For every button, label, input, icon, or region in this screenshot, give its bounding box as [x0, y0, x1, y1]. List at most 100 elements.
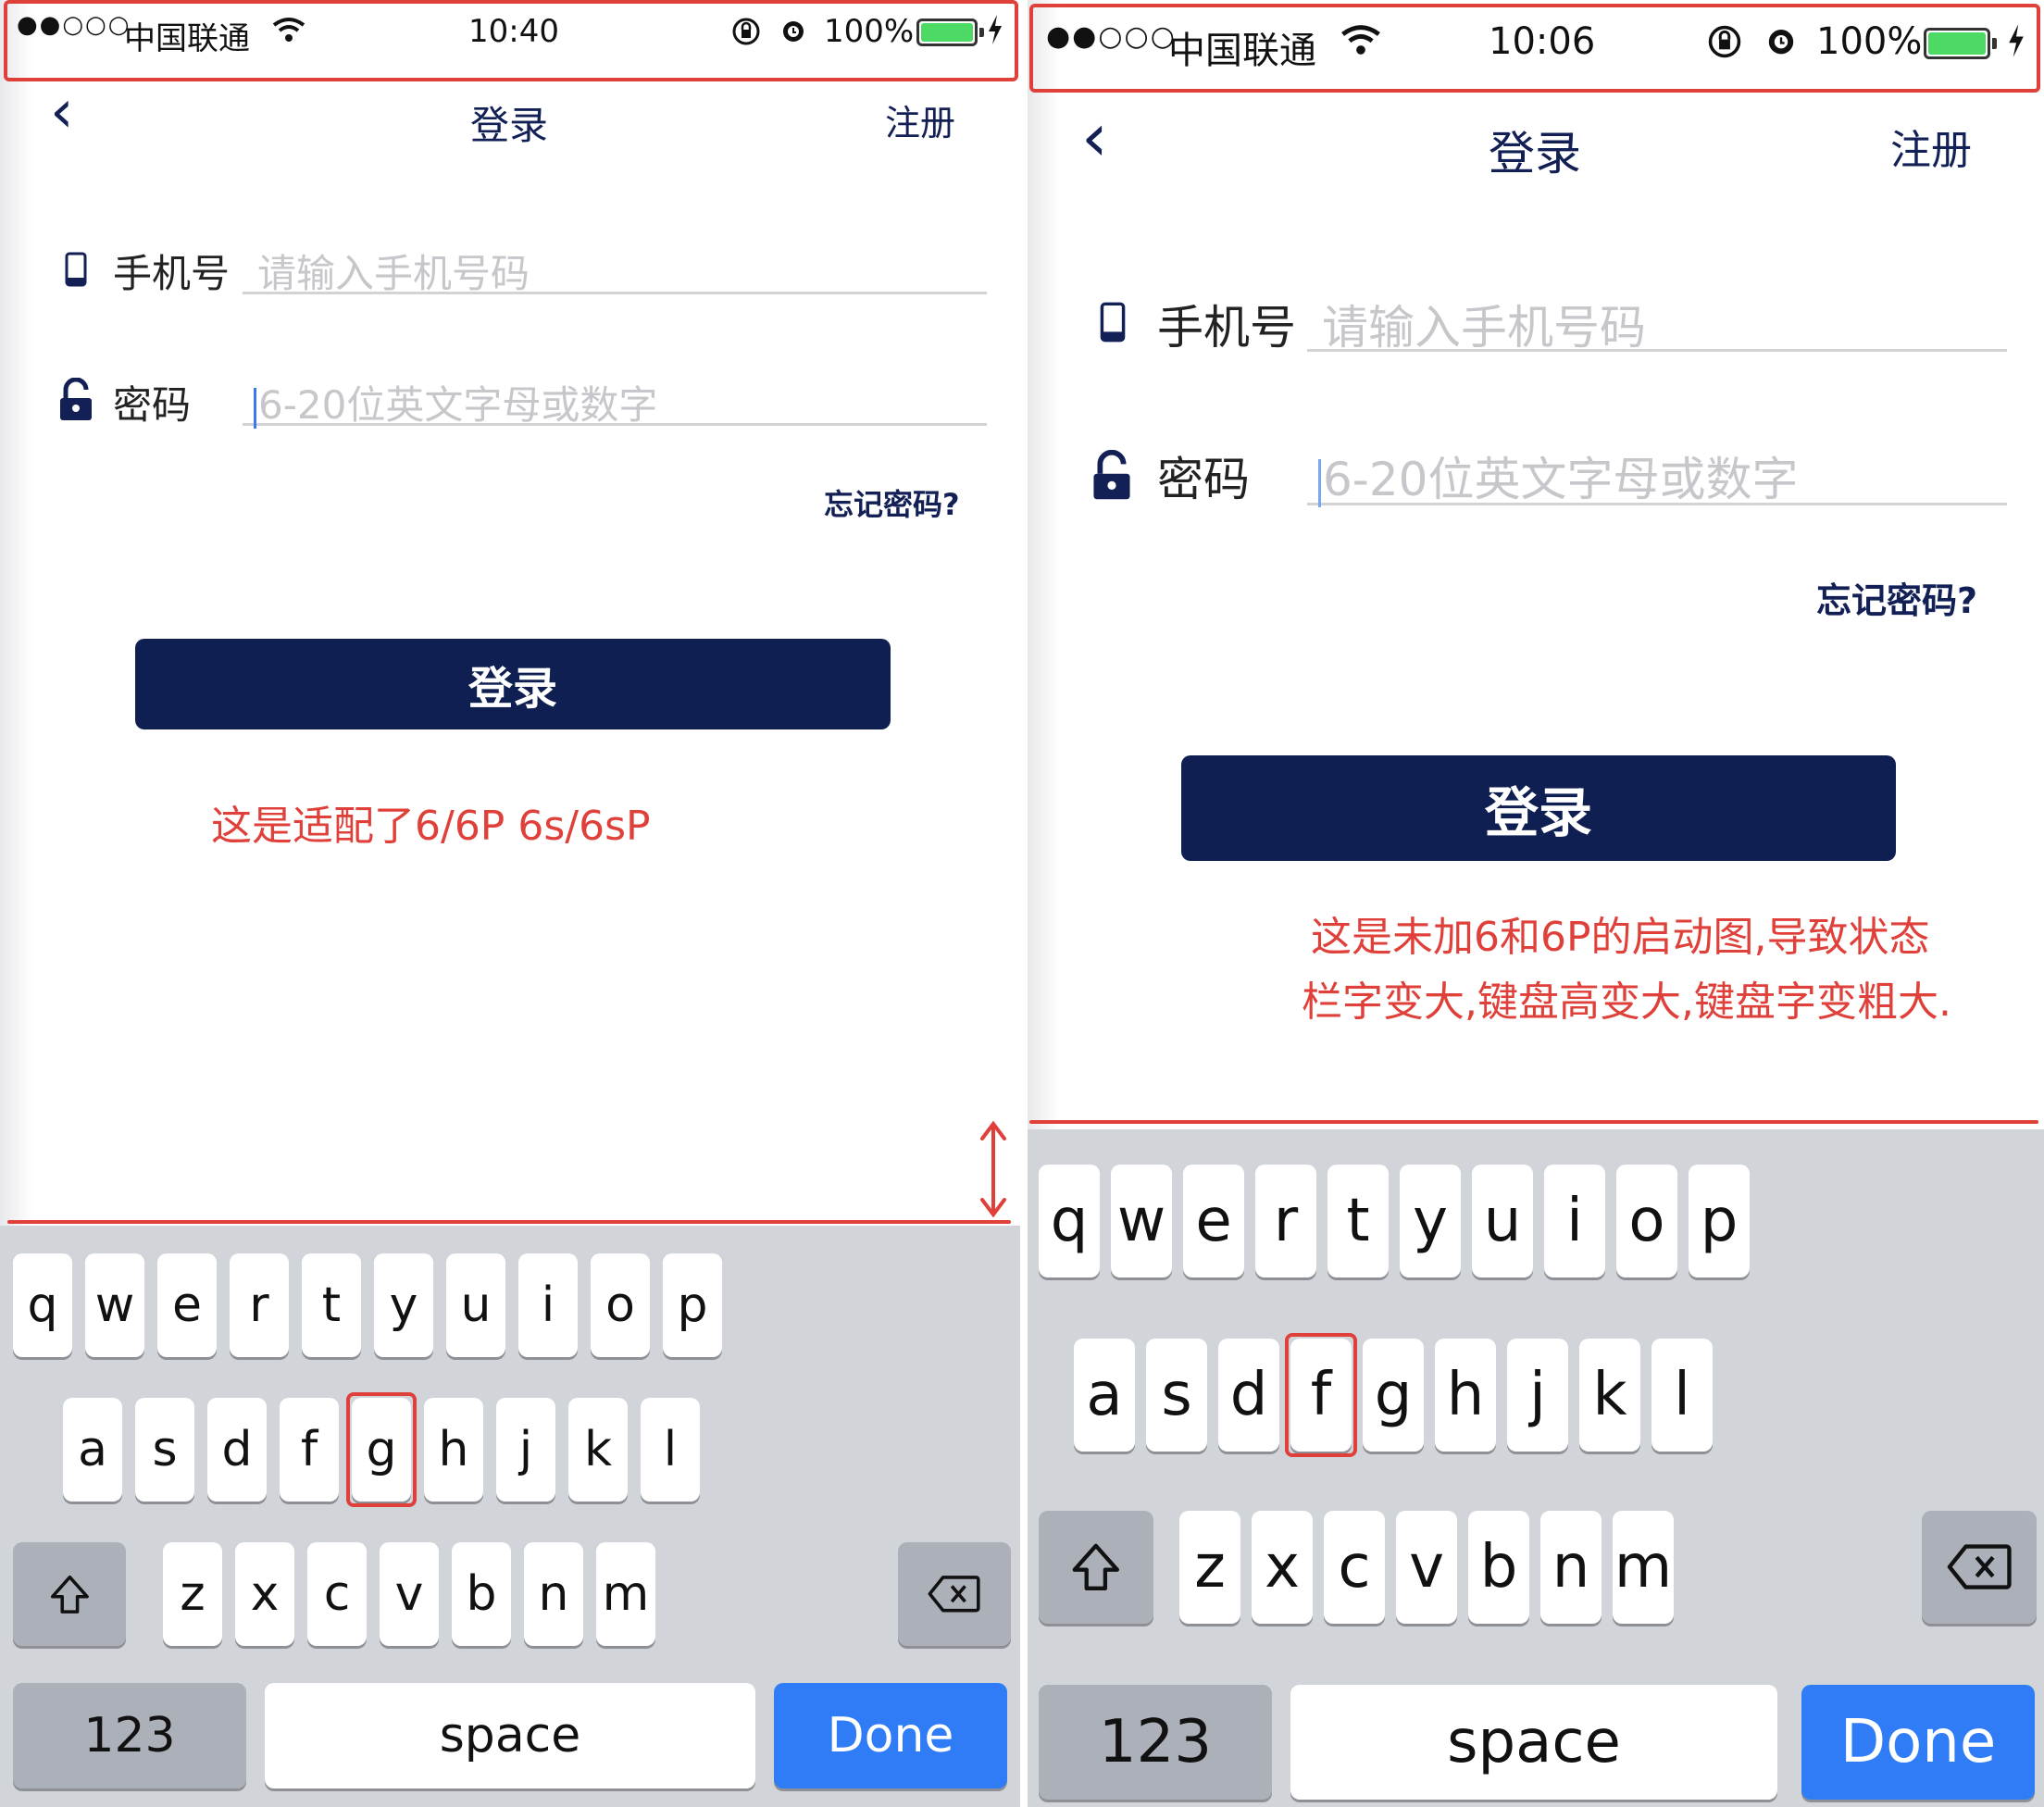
key-t[interactable]: t — [1327, 1165, 1389, 1277]
key-z[interactable]: z — [1179, 1511, 1240, 1624]
status-bar-highlight — [4, 0, 1018, 81]
key-a[interactable]: a — [63, 1398, 122, 1502]
shift-key[interactable] — [13, 1542, 126, 1646]
delete-key[interactable] — [898, 1542, 1011, 1646]
key-z[interactable]: z — [163, 1542, 222, 1646]
key-d[interactable]: d — [207, 1398, 267, 1502]
key-r[interactable]: r — [1255, 1165, 1316, 1277]
annotation-note-line-1: 这是未加6和6P的启动图,导致状态 — [1311, 914, 1930, 961]
nav-bar: ‹ 登录 注册 — [0, 78, 1020, 167]
key-d[interactable]: d — [1218, 1339, 1279, 1452]
key-p[interactable]: p — [663, 1253, 722, 1357]
key-k[interactable]: k — [1579, 1339, 1640, 1452]
key-x[interactable]: x — [1252, 1511, 1313, 1624]
text-caret — [254, 387, 256, 429]
back-button[interactable]: ‹ — [50, 78, 74, 146]
password-placeholder: 6-20位英文字母或数字 — [258, 382, 658, 428]
key-q[interactable]: q — [13, 1253, 72, 1357]
key-p[interactable]: p — [1689, 1165, 1750, 1277]
key-o[interactable]: o — [1616, 1165, 1677, 1277]
shift-key[interactable] — [1039, 1511, 1153, 1624]
keyboard: q w e r t y u i o p a s d f g h j k l z x c v b n m 123 space Done — [1028, 1129, 2044, 1807]
page-title: 登录 — [470, 103, 549, 148]
key-v[interactable]: v — [1396, 1511, 1457, 1624]
keyboard: q w e r t y u i o p a s d f g h j k l z x c v b n m 123 space Done — [0, 1226, 1020, 1807]
password-label: 密码 — [113, 382, 192, 428]
key-c[interactable]: c — [307, 1542, 367, 1646]
login-button[interactable]: 登录 — [135, 639, 891, 729]
status-bar-highlight — [1029, 4, 2040, 93]
delete-icon — [1947, 1543, 2012, 1590]
phone-icon — [1100, 302, 1126, 343]
page-title: 登录 — [1489, 127, 1581, 181]
key-q[interactable]: q — [1039, 1165, 1100, 1277]
phone-placeholder: 请输入手机号码 — [257, 251, 530, 296]
highlighted-key-box — [1285, 1333, 1357, 1457]
annotation-note: 这是适配了6/6P 6s/6sP — [211, 803, 651, 850]
phone-placeholder: 请输入手机号码 — [1322, 301, 1646, 355]
highlighted-key-box — [346, 1392, 417, 1507]
key-j[interactable]: j — [1507, 1339, 1568, 1452]
password-label: 密码 — [1157, 453, 1250, 506]
key-y[interactable]: y — [1400, 1165, 1461, 1277]
key-e[interactable]: e — [1183, 1165, 1244, 1277]
key-o[interactable]: o — [591, 1253, 650, 1357]
key-t[interactable]: t — [302, 1253, 361, 1357]
key-c[interactable]: c — [1324, 1511, 1385, 1624]
key-j[interactable]: j — [496, 1398, 555, 1502]
lock-icon — [1091, 450, 1133, 502]
done-key[interactable]: Done — [774, 1683, 1007, 1788]
key-m[interactable]: m — [596, 1542, 655, 1646]
numbers-key[interactable]: 123 — [13, 1683, 246, 1788]
space-key[interactable]: space — [265, 1683, 755, 1788]
key-b[interactable]: b — [1468, 1511, 1529, 1624]
key-h[interactable]: h — [1435, 1339, 1496, 1452]
key-b[interactable]: b — [452, 1542, 511, 1646]
key-l[interactable]: l — [641, 1398, 700, 1502]
key-w[interactable]: w — [85, 1253, 144, 1357]
password-input[interactable]: 6-20位英文字母或数字 — [1307, 442, 2007, 507]
password-input[interactable]: 6-20位英文字母或数字 — [243, 374, 987, 429]
key-s[interactable]: s — [1146, 1339, 1207, 1452]
key-n[interactable]: n — [1540, 1511, 1602, 1624]
key-n[interactable]: n — [524, 1542, 583, 1646]
key-m[interactable]: m — [1613, 1511, 1674, 1624]
key-e[interactable]: e — [157, 1253, 217, 1357]
key-a[interactable]: a — [1074, 1339, 1135, 1452]
key-h[interactable]: h — [424, 1398, 483, 1502]
key-w[interactable]: w — [1111, 1165, 1172, 1277]
keyboard-top-line — [7, 1220, 1011, 1224]
key-i[interactable]: i — [1544, 1165, 1605, 1277]
register-link[interactable]: 注册 — [885, 94, 955, 145]
phone-icon — [65, 252, 87, 287]
register-link[interactable]: 注册 — [1890, 117, 1972, 176]
delete-key[interactable] — [1922, 1511, 2037, 1624]
space-key[interactable]: space — [1290, 1685, 1777, 1800]
key-r[interactable]: r — [230, 1253, 289, 1357]
login-button[interactable]: 登录 — [1181, 755, 1896, 861]
key-u[interactable]: u — [1472, 1165, 1533, 1277]
key-f[interactable]: f — [280, 1398, 339, 1502]
phone-input[interactable]: 请输入手机号码 — [243, 243, 987, 296]
key-s[interactable]: s — [135, 1398, 194, 1502]
key-i[interactable]: i — [518, 1253, 578, 1357]
key-k[interactable]: k — [568, 1398, 628, 1502]
forgot-password-link[interactable]: 忘记密码? — [824, 481, 960, 524]
numbers-key[interactable]: 123 — [1039, 1685, 1272, 1800]
nav-bar: ‹ 登录 注册 — [1028, 98, 2044, 194]
key-x[interactable]: x — [235, 1542, 294, 1646]
shift-icon — [48, 1573, 92, 1616]
key-l[interactable]: l — [1651, 1339, 1713, 1452]
right-phone-screenshot: ●●○○○ 中国联通 10:06 100% ‹ 登录 注册 手机号 请输入手机号… — [1028, 0, 2044, 1807]
phone-input[interactable]: 请输入手机号码 — [1307, 291, 2007, 355]
key-v[interactable]: v — [380, 1542, 439, 1646]
done-key[interactable]: Done — [1801, 1685, 2035, 1800]
key-g[interactable]: g — [1363, 1339, 1424, 1452]
key-y[interactable]: y — [374, 1253, 433, 1357]
key-u[interactable]: u — [446, 1253, 505, 1357]
forgot-password-link[interactable]: 忘记密码? — [1816, 572, 1977, 623]
keyboard-top-line — [1029, 1120, 2038, 1124]
lock-icon — [57, 378, 94, 422]
phone-label: 手机号 — [113, 251, 231, 296]
back-button[interactable]: ‹ — [1081, 98, 1108, 176]
